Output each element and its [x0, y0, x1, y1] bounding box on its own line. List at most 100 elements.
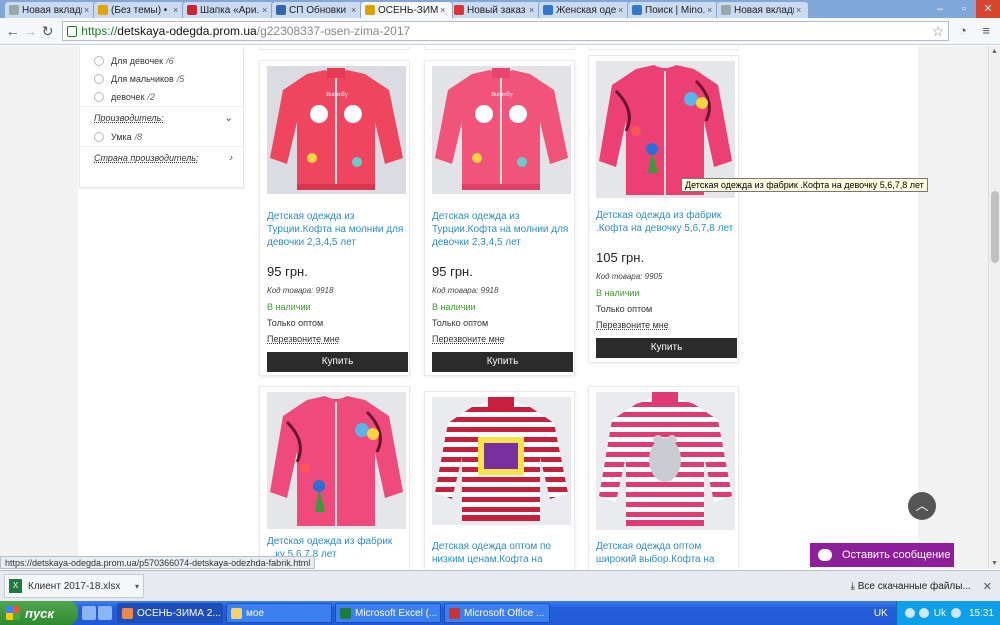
tray-icon[interactable] [918, 608, 929, 618]
filter-option[interactable]: Умка/8 [80, 128, 243, 146]
tray-icon[interactable] [904, 608, 915, 618]
app-icon [122, 607, 133, 619]
product-image-striped-sweater[interactable] [432, 397, 571, 525]
callback-link[interactable]: Перезвоните мне [267, 334, 340, 344]
page-viewport: Для девочек/6 Для мальчиков/5 девочек/2 Пр… [0, 46, 988, 569]
forward-icon[interactable]: → [21, 22, 38, 40]
taskbar-button[interactable]: ОСЕНЬ-ЗИМА 2... [117, 603, 223, 623]
browser-tab[interactable]: (Без темы) • ...× [93, 1, 186, 18]
callback-link[interactable]: Перезвоните мне [596, 320, 669, 330]
minimize-icon[interactable]: – [928, 0, 952, 18]
product-name-link[interactable]: Детская одежда оптом широкий выбор.Кофта… [596, 540, 736, 566]
product-price: 105 грн. [596, 250, 645, 265]
clock: 15:31 [968, 607, 994, 619]
tab-title: Шапка «Ари... [200, 4, 260, 16]
quick-launch [82, 606, 114, 620]
buy-button[interactable]: Купить [267, 352, 408, 372]
leave-message-button[interactable]: Оставить сообщение [810, 543, 954, 567]
tab-close-icon[interactable]: × [173, 5, 181, 15]
radio-button[interactable] [94, 74, 104, 84]
tab-favicon-icon [632, 5, 642, 15]
tab-close-icon[interactable]: × [796, 5, 804, 15]
status-bar-url: https://detskaya-odegda.prom.ua/p5703660… [0, 556, 316, 569]
product-price: 95 грн. [432, 264, 473, 279]
window-controls: – ▫ ✕ [928, 0, 1000, 18]
tab-close-icon[interactable]: × [618, 5, 626, 15]
app-icon [340, 607, 351, 619]
browser-tab[interactable]: ОСЕНЬ-ЗИМА ...× [360, 1, 453, 18]
back-icon[interactable]: ← [4, 22, 21, 40]
browser-tab[interactable]: Женская оде...× [538, 1, 631, 18]
browser-tab[interactable]: Поиск | Mino... × [627, 1, 720, 18]
scroll-to-top-button[interactable]: ︿ [908, 492, 936, 520]
taskbar-button[interactable]: Microsoft Excel (... [335, 603, 441, 623]
address-bar[interactable]: https:// detskaya-odegda.prom.ua /g22308… [62, 21, 950, 41]
scroll-up-arrow-icon[interactable]: ▲ [991, 48, 998, 55]
tab-close-icon[interactable]: × [351, 5, 359, 15]
tray-language[interactable]: Uk [934, 608, 946, 619]
quick-launch-icon[interactable] [82, 606, 96, 620]
product-image-pink-zip-jacket-butterfly[interactable]: Butterfly [267, 66, 406, 194]
tab-title: (Без темы) • ... [111, 4, 171, 16]
reload-icon[interactable]: ↻ [39, 22, 56, 40]
product-image-pink-striped-sweater[interactable] [596, 392, 735, 530]
tab-close-icon[interactable]: × [529, 5, 537, 15]
country-filter-header[interactable]: Страна производитель: › [80, 146, 243, 168]
filter-option[interactable]: Для девочек/6 [80, 52, 243, 70]
buy-button[interactable]: Купить [596, 338, 737, 358]
page-scrollbar[interactable]: ▲ ▼ [988, 46, 1000, 569]
browser-tab[interactable]: СП Обновки ...× [271, 1, 364, 18]
tab-close-icon[interactable]: × [707, 5, 715, 15]
filter-option[interactable]: девочек/2 [80, 88, 243, 106]
menu-icon[interactable]: ≡ [977, 21, 996, 41]
tab-title: ОСЕНЬ-ЗИМА ... [378, 4, 438, 16]
filter-option[interactable]: Для мальчиков/5 [80, 70, 243, 88]
browser-tab[interactable]: Новый заказ ...× [449, 1, 542, 18]
taskbar-button[interactable]: Microsoft Office ... [444, 603, 550, 623]
extension-icon[interactable]: ◔ [953, 21, 972, 41]
product-name-link[interactable]: Детская одежда оптом по низким ценам.Коф… [432, 540, 572, 566]
taskbar-button-label: ОСЕНЬ-ЗИМА 2... [137, 607, 221, 619]
start-button[interactable]: пуск [0, 601, 78, 625]
close-download-bar-icon[interactable]: ✕ [983, 580, 992, 593]
tab-close-icon[interactable]: × [440, 5, 448, 15]
maximize-icon[interactable]: ▫ [952, 0, 976, 18]
wholesale-note: Только оптом [432, 318, 489, 328]
product-name-link[interactable]: Детская одежда из фабрик .Кофта на девоч… [596, 209, 736, 235]
taskbar-button-label: Microsoft Excel (... [355, 607, 438, 619]
tab-title: Новая вкладка [734, 4, 794, 16]
tray-icon[interactable] [950, 608, 961, 618]
radio-button[interactable] [94, 56, 104, 66]
radio-button[interactable] [94, 132, 104, 142]
browser-tab[interactable]: Шапка «Ари... × [182, 1, 275, 18]
bookmark-star-icon[interactable]: ☆ [932, 23, 945, 40]
product-code: Код товара: 9905 [596, 272, 663, 281]
product-image-pink-zip-jacket-tulips[interactable] [267, 392, 406, 529]
show-all-downloads-link[interactable]: ⤓ Все скачанные файлы... [851, 581, 971, 592]
product-card: Butterfly Детская одежда из Турции.Кофта… [424, 60, 575, 376]
scroll-down-arrow-icon[interactable]: ▼ [991, 560, 998, 567]
browser-tab-strip: Новая вкладка×(Без темы) • ...×Шапка «Ар… [0, 0, 1000, 18]
taskbar-button[interactable]: мое [226, 603, 332, 623]
tab-close-icon[interactable]: × [84, 5, 92, 15]
quick-launch-icon[interactable] [98, 606, 112, 620]
download-item[interactable]: X Клиент 2017-18.xlsx ▾ [4, 574, 144, 598]
buy-button[interactable]: Купить [432, 352, 573, 372]
radio-button[interactable] [94, 92, 104, 102]
browser-tab[interactable]: Новая вкладка× [4, 1, 97, 18]
close-icon[interactable]: ✕ [976, 0, 1000, 18]
browser-tab[interactable]: Новая вкладка× [716, 1, 809, 18]
filter-count: /2 [147, 92, 155, 102]
manufacturer-filter-header[interactable]: Производитель: ⌄ [80, 106, 243, 128]
product-name-link[interactable]: Детская одежда из Турции.Кофта на молнии… [432, 210, 572, 249]
tab-close-icon[interactable]: × [262, 5, 270, 15]
title-tooltip: Детская одежда из фабрик .Кофта на девоч… [681, 178, 928, 192]
scrollbar-thumb[interactable] [991, 191, 999, 263]
callback-link[interactable]: Перезвоните мне [432, 334, 505, 344]
tab-favicon-icon [543, 5, 553, 15]
language-indicator[interactable]: UK [874, 608, 888, 619]
product-name-link[interactable]: Детская одежда из Турции.Кофта на молнии… [267, 210, 407, 249]
product-image-pink-zip-jacket-butterfly[interactable]: Butterfly [432, 66, 571, 194]
tab-favicon-icon [276, 5, 286, 15]
chevron-down-icon[interactable]: ▾ [135, 582, 139, 591]
